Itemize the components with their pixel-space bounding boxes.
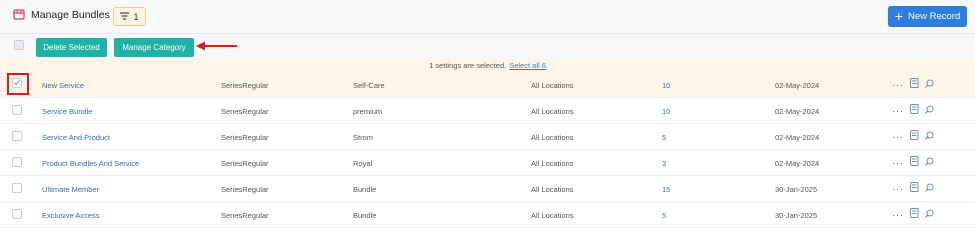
date-cell: 02-May-2024 xyxy=(775,133,820,142)
row-actions: ··· xyxy=(892,125,934,150)
count-link[interactable]: 10 xyxy=(662,99,670,124)
bundle-name-link[interactable]: New Service xyxy=(42,73,84,98)
plus-icon: + xyxy=(894,8,903,24)
location-cell: All Locations xyxy=(531,81,574,90)
select-all-link[interactable]: Select all 6 xyxy=(509,61,546,70)
table-row[interactable]: New Service SeriesRegular Self-Care All … xyxy=(0,73,975,98)
bundle-name-link[interactable]: Service And Product xyxy=(42,125,110,150)
more-dots-icon[interactable]: ··· xyxy=(892,125,904,150)
edit-note-icon[interactable] xyxy=(909,203,919,228)
count-link[interactable]: 3 xyxy=(662,151,666,176)
date-cell: 02-May-2024 xyxy=(775,81,820,90)
row-actions: ··· xyxy=(892,99,934,124)
more-dots-icon[interactable]: ··· xyxy=(892,73,904,98)
row-actions: ··· xyxy=(892,151,934,176)
series-cell: SeriesRegular xyxy=(221,107,269,116)
row-actions: ··· xyxy=(892,177,934,202)
location-cell: All Locations xyxy=(531,185,574,194)
category-cell: premium xyxy=(353,107,383,116)
filter-icon xyxy=(120,11,130,22)
selection-text: 1 settings are selected. xyxy=(429,61,507,70)
series-cell: SeriesRegular xyxy=(221,81,269,90)
row-actions: ··· xyxy=(892,203,934,228)
category-cell: Royal xyxy=(353,159,373,168)
row-checkbox[interactable] xyxy=(12,157,22,167)
page-title: Manage Bundles xyxy=(31,9,110,21)
date-cell: 02-May-2024 xyxy=(775,107,820,116)
count-link[interactable]: 5 xyxy=(662,203,666,228)
new-record-button[interactable]: + New Record xyxy=(888,6,967,27)
search-icon[interactable] xyxy=(924,151,934,176)
series-cell: SeriesRegular xyxy=(221,133,269,142)
location-cell: All Locations xyxy=(531,159,574,168)
edit-note-icon[interactable] xyxy=(909,177,919,202)
edit-note-icon[interactable] xyxy=(909,125,919,150)
date-cell: 30-Jan-2025 xyxy=(775,185,818,194)
row-checkbox[interactable] xyxy=(12,131,22,141)
header-title-group: Manage Bundles xyxy=(13,8,110,22)
category-cell: Bundle xyxy=(353,185,377,194)
table-row[interactable]: Product Bundles And Service SeriesRegula… xyxy=(0,151,975,176)
more-dots-icon[interactable]: ··· xyxy=(892,203,904,228)
table-row[interactable]: Ultimate Member SeriesRegular Bundle All… xyxy=(0,177,975,202)
date-cell: 02-May-2024 xyxy=(775,159,820,168)
count-link[interactable]: 5 xyxy=(662,125,666,150)
red-arrow-icon xyxy=(196,40,238,54)
delete-selected-button[interactable]: Delete Selected xyxy=(36,38,107,57)
selection-info: 1 settings are selected. Select all 6 xyxy=(0,59,975,73)
search-icon[interactable] xyxy=(924,125,934,150)
bulk-toolbar: Delete Selected Manage Category xyxy=(0,33,975,59)
search-icon[interactable] xyxy=(924,99,934,124)
bundle-name-link[interactable]: Product Bundles And Service xyxy=(42,151,139,176)
row-checkbox[interactable] xyxy=(12,183,22,193)
row-checkbox[interactable] xyxy=(12,209,22,219)
date-cell: 30-Jan-2025 xyxy=(775,211,818,220)
bundle-name-link[interactable]: Exclusive Access xyxy=(42,203,100,228)
location-cell: All Locations xyxy=(531,133,574,142)
edit-note-icon[interactable] xyxy=(909,73,919,98)
location-cell: All Locations xyxy=(531,211,574,220)
new-record-label: New Record xyxy=(907,11,961,22)
table-row[interactable]: Exclusive Access SeriesRegular Bundle Al… xyxy=(0,203,975,228)
row-checkbox[interactable] xyxy=(12,105,22,115)
edit-note-icon[interactable] xyxy=(909,151,919,176)
more-dots-icon[interactable]: ··· xyxy=(892,99,904,124)
edit-note-icon[interactable] xyxy=(909,99,919,124)
bundle-name-link[interactable]: Ultimate Member xyxy=(42,177,99,202)
series-cell: SeriesRegular xyxy=(221,159,269,168)
more-dots-icon[interactable]: ··· xyxy=(892,177,904,202)
row-actions: ··· xyxy=(892,73,934,98)
search-icon[interactable] xyxy=(924,177,934,202)
series-cell: SeriesRegular xyxy=(221,185,269,194)
filter-button[interactable]: 1 xyxy=(113,7,146,26)
category-cell: Self-Care xyxy=(353,81,385,90)
series-cell: SeriesRegular xyxy=(221,211,269,220)
select-all-checkbox[interactable] xyxy=(14,40,24,50)
bundle-box-icon xyxy=(13,8,25,22)
search-icon[interactable] xyxy=(924,203,934,228)
highlight-box xyxy=(7,73,29,95)
filter-count: 1 xyxy=(133,11,139,22)
table-row[interactable]: Service And Product SeriesRegular Strom … xyxy=(0,125,975,150)
page-header: Manage Bundles 1 + New Record xyxy=(0,0,975,33)
table-row[interactable]: Service Bundle SeriesRegular premium All… xyxy=(0,99,975,124)
more-dots-icon[interactable]: ··· xyxy=(892,151,904,176)
count-link[interactable]: 10 xyxy=(662,73,670,98)
category-cell: Bundle xyxy=(353,211,377,220)
location-cell: All Locations xyxy=(531,107,574,116)
bundle-name-link[interactable]: Service Bundle xyxy=(42,99,92,124)
count-link[interactable]: 15 xyxy=(662,177,670,202)
manage-category-button[interactable]: Manage Category xyxy=(114,38,194,57)
search-icon[interactable] xyxy=(924,73,934,98)
category-cell: Strom xyxy=(353,133,374,142)
